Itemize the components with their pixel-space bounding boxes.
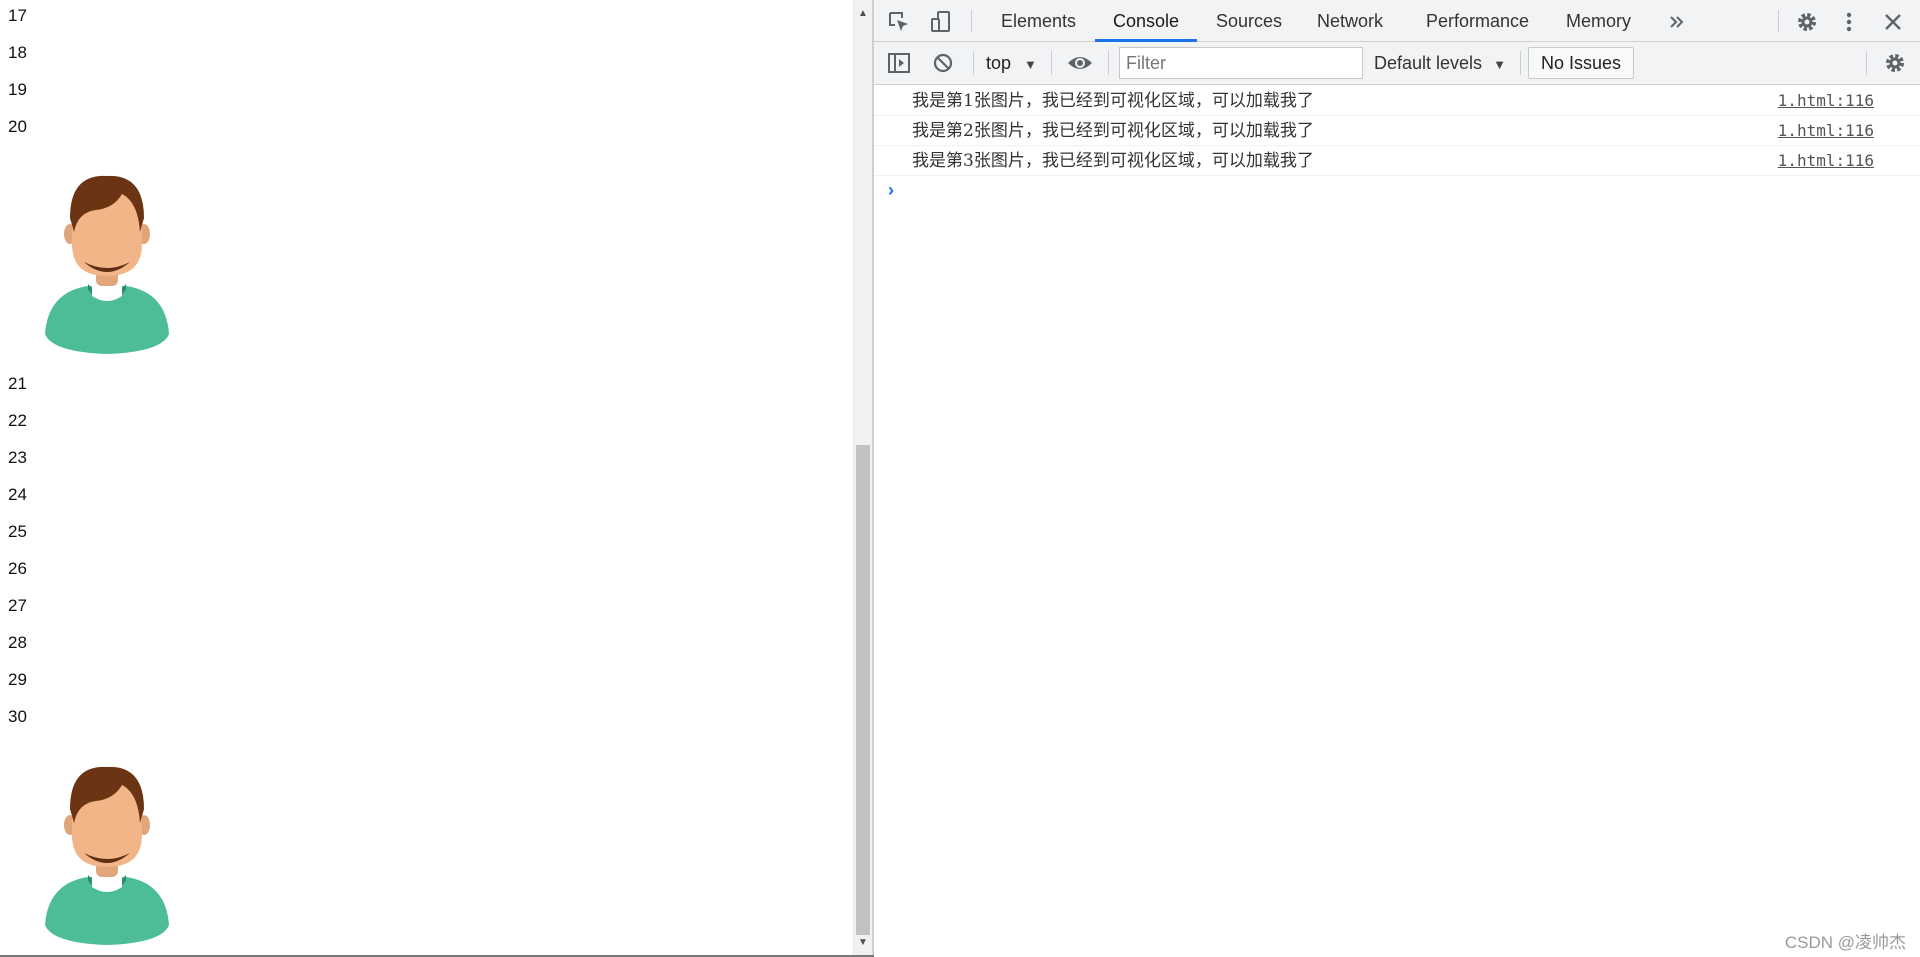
tab-console[interactable]: Console [1113, 0, 1179, 41]
line-number: 17 [8, 6, 27, 25]
devtools-panel: Elements Console Sources Network Perform… [874, 0, 1920, 957]
watermark: CSDN @凌帅杰 [1784, 933, 1906, 952]
log-message: 我是第1张图片，我已经到可视化区域，可以加载我了 [912, 91, 1314, 111]
tab-performance[interactable]: Performance [1426, 0, 1529, 41]
line-number: 25 [8, 522, 27, 541]
console-toolbar: top ▼ Default levels ▼ No Issues [874, 42, 1920, 85]
tab-memory[interactable]: Memory [1566, 0, 1631, 41]
line-number: 26 [8, 559, 27, 578]
close-icon[interactable] [1880, 9, 1906, 35]
inspect-element-icon[interactable] [886, 9, 912, 35]
tab-network[interactable]: Network [1317, 0, 1383, 41]
avatar-image [45, 175, 169, 354]
log-source-link[interactable]: 1.html:116 [1778, 86, 1874, 116]
separator [971, 10, 972, 32]
separator [1778, 10, 1779, 32]
app-window: 17 18 19 20 21 22 23 24 25 26 27 28 29 3… [0, 0, 1920, 957]
filter-input[interactable] [1119, 47, 1363, 79]
issues-button[interactable]: No Issues [1528, 47, 1634, 79]
page-viewport: 17 18 19 20 21 22 23 24 25 26 27 28 29 3… [0, 0, 853, 955]
line-number: 27 [8, 596, 27, 615]
line-number: 18 [8, 43, 27, 62]
line-number: 29 [8, 670, 27, 689]
separator [1051, 51, 1052, 75]
log-source-link[interactable]: 1.html:116 [1778, 116, 1874, 146]
separator [1520, 51, 1521, 75]
line-number: 23 [8, 448, 27, 467]
log-message: 我是第3张图片，我已经到可视化区域，可以加载我了 [912, 151, 1314, 171]
dropdown-arrow-icon: ▼ [1024, 57, 1037, 72]
console-log-row: 我是第1张图片，我已经到可视化区域，可以加载我了 1.html:116 [874, 86, 1920, 116]
scroll-down-arrow-icon[interactable]: ▼ [854, 929, 872, 955]
separator [973, 51, 974, 75]
line-number: 28 [8, 633, 27, 652]
scroll-up-arrow-icon[interactable]: ▲ [854, 0, 872, 26]
clear-console-icon[interactable] [930, 50, 956, 76]
device-toolbar-icon[interactable] [928, 9, 954, 35]
context-select-value: top [986, 53, 1012, 73]
live-expression-eye-icon[interactable] [1067, 50, 1093, 76]
console-log-row: 我是第3张图片，我已经到可视化区域，可以加载我了 1.html:116 [874, 146, 1920, 176]
console-settings-gear-icon[interactable] [1882, 50, 1908, 76]
console-log-row: 我是第2张图片，我已经到可视化区域，可以加载我了 1.html:116 [874, 116, 1920, 146]
log-levels-label: Default levels [1374, 53, 1483, 73]
log-message: 我是第2张图片，我已经到可视化区域，可以加载我了 [912, 121, 1314, 141]
line-number: 30 [8, 707, 27, 726]
chevrons-right-icon[interactable] [1664, 9, 1690, 35]
line-number: 24 [8, 485, 27, 504]
tab-sources[interactable]: Sources [1216, 0, 1282, 41]
scrollbar-thumb[interactable] [856, 445, 870, 935]
line-number: 22 [8, 411, 27, 430]
console-prompt[interactable]: › [874, 176, 1920, 206]
page-scrollbar[interactable]: ▲ ▼ [853, 0, 872, 955]
log-source-link[interactable]: 1.html:116 [1778, 146, 1874, 176]
line-number: 19 [8, 80, 27, 99]
avatar-image [45, 766, 169, 945]
line-number: 20 [8, 117, 27, 136]
settings-gear-icon[interactable] [1794, 9, 1820, 35]
show-sidebar-icon[interactable] [886, 50, 912, 76]
prompt-chevron-icon: › [888, 180, 894, 200]
console-output: 我是第1张图片，我已经到可视化区域，可以加载我了 1.html:116 我是第2… [874, 86, 1920, 206]
tab-elements[interactable]: Elements [1001, 0, 1076, 41]
log-levels-select[interactable]: Default levels ▼ [1374, 50, 1506, 76]
more-options-icon[interactable] [1836, 9, 1862, 35]
context-select[interactable]: top ▼ [986, 50, 1037, 76]
dropdown-arrow-icon: ▼ [1493, 57, 1506, 72]
separator [1108, 51, 1109, 75]
separator [1866, 51, 1867, 75]
line-number: 21 [8, 374, 27, 393]
devtools-tabbar: Elements Console Sources Network Perform… [874, 0, 1920, 42]
